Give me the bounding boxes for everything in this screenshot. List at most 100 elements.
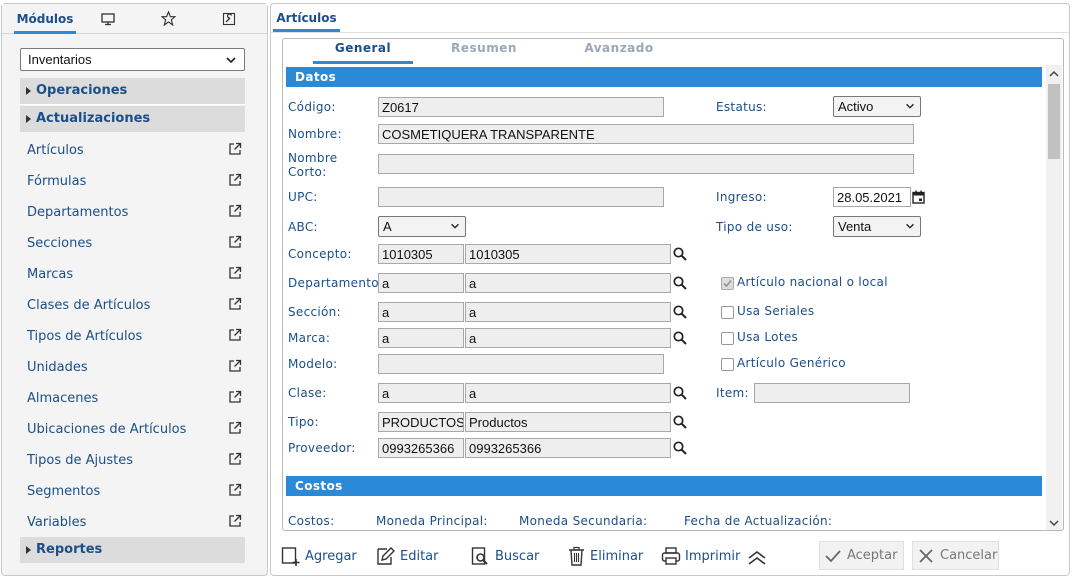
nav-item[interactable]: Ubicaciones de Artículos xyxy=(27,420,242,440)
clase-desc-field[interactable]: a xyxy=(465,383,671,403)
nav-item[interactable]: Artículos xyxy=(27,141,242,161)
nav-item-label: Marcas xyxy=(27,267,74,282)
open-external-icon[interactable] xyxy=(228,142,242,156)
proveedor-code-field[interactable]: 0993265366 xyxy=(378,438,464,458)
search-icon[interactable] xyxy=(672,330,688,346)
seccion-code-field[interactable]: a xyxy=(378,302,464,322)
item-field[interactable] xyxy=(754,383,910,403)
abc-select[interactable]: A xyxy=(378,216,466,237)
open-external-icon[interactable] xyxy=(228,297,242,311)
nav-item[interactable]: Tipos de Artículos xyxy=(27,327,242,347)
estatus-select[interactable]: Activo xyxy=(833,96,921,117)
estatus-value: Activo xyxy=(838,99,874,114)
open-external-icon[interactable] xyxy=(228,390,242,404)
nav-item[interactable]: Marcas xyxy=(27,265,242,285)
marca-desc-field[interactable]: a xyxy=(465,328,671,348)
concepto-desc-field[interactable]: 1010305 xyxy=(465,244,671,264)
search-icon[interactable] xyxy=(672,246,688,262)
agregar-button[interactable]: Agregar xyxy=(281,544,357,568)
subtab-general[interactable]: General xyxy=(313,41,413,64)
moneda-secundaria-header: Moneda Secundaria: xyxy=(519,514,648,528)
eliminar-button[interactable]: Eliminar xyxy=(567,544,643,568)
nav-item[interactable]: Variables xyxy=(27,513,242,533)
open-external-icon[interactable] xyxy=(228,452,242,466)
open-external-icon[interactable] xyxy=(228,204,242,218)
module-select[interactable]: Inventarios xyxy=(20,48,245,71)
nav-item[interactable]: Segmentos xyxy=(27,482,242,502)
collapse-toolbar-icon[interactable] xyxy=(747,549,767,567)
concepto-code-field[interactable]: 1010305 xyxy=(378,244,464,264)
scrollbar-thumb[interactable] xyxy=(1048,84,1060,159)
open-external-icon[interactable] xyxy=(228,514,242,528)
seriales-checkbox[interactable] xyxy=(721,306,734,319)
search-icon[interactable] xyxy=(672,304,688,320)
articulo-form: General Resumen Avanzado Datos Código: Z… xyxy=(282,38,1064,531)
nav-item[interactable]: Clases de Artículos xyxy=(27,296,242,316)
nav-item[interactable]: Tipos de Ajustes xyxy=(27,451,242,471)
nombre-corto-field[interactable] xyxy=(378,154,914,174)
upc-field[interactable] xyxy=(378,187,664,207)
nav-item[interactable]: Almacenes xyxy=(27,389,242,409)
nav-item[interactable]: Departamentos xyxy=(27,203,242,223)
calendar-icon[interactable] xyxy=(912,190,925,204)
open-external-icon[interactable] xyxy=(228,235,242,249)
buscar-button[interactable]: Buscar xyxy=(471,544,539,568)
tab-tools[interactable] xyxy=(218,4,240,33)
chevron-down-icon xyxy=(226,57,236,64)
modelo-field[interactable] xyxy=(378,354,664,374)
section-label: Actualizaciones xyxy=(36,111,151,126)
nav-item[interactable]: Fórmulas xyxy=(27,172,242,192)
search-icon[interactable] xyxy=(672,440,688,456)
clase-code-field[interactable]: a xyxy=(378,383,464,403)
search-icon[interactable] xyxy=(672,385,688,401)
generico-checkbox[interactable] xyxy=(721,358,734,371)
label-departamento: Departamento: xyxy=(288,276,384,290)
ingreso-date-field[interactable]: 28.05.2021 xyxy=(833,187,911,207)
codigo-field[interactable]: Z0617 xyxy=(378,97,664,117)
seccion-desc-field[interactable]: a xyxy=(465,302,671,322)
label-item: Item: xyxy=(716,386,749,400)
tipo-uso-value: Venta xyxy=(838,219,872,234)
tipo-desc-field[interactable]: Productos xyxy=(465,412,671,432)
open-external-icon[interactable] xyxy=(228,421,242,435)
editar-button[interactable]: Editar xyxy=(376,544,439,568)
costos-label: Costos: xyxy=(288,514,335,528)
nav-item-label: Artículos xyxy=(27,143,84,158)
abc-value: A xyxy=(383,219,392,234)
cancelar-button[interactable]: Cancelar xyxy=(912,541,999,570)
open-external-icon[interactable] xyxy=(228,266,242,280)
nav-item-label: Ubicaciones de Artículos xyxy=(27,422,187,437)
nav-item[interactable]: Secciones xyxy=(27,234,242,254)
section-reportes[interactable]: Reportes xyxy=(20,537,245,563)
tab-favorites[interactable] xyxy=(157,4,179,33)
tipo-code-field[interactable]: PRODUCTOS xyxy=(378,412,464,432)
subtab-avanzado[interactable]: Avanzado xyxy=(569,41,669,61)
departamento-desc-field[interactable]: a xyxy=(465,273,671,293)
section-actualizaciones[interactable]: Actualizaciones xyxy=(20,106,245,132)
tipo-uso-select[interactable]: Venta xyxy=(833,216,921,237)
departamento-code-field[interactable]: a xyxy=(378,273,464,293)
aceptar-button[interactable]: Aceptar xyxy=(819,541,904,570)
subtab-resumen[interactable]: Resumen xyxy=(434,41,534,61)
nav-item[interactable]: Unidades xyxy=(27,358,242,378)
chevron-down-icon[interactable] xyxy=(1048,517,1060,529)
nombre-field[interactable]: COSMETIQUERA TRANSPARENTE xyxy=(378,124,914,144)
lotes-checkbox[interactable] xyxy=(721,332,734,345)
chevron-up-icon[interactable] xyxy=(1048,68,1060,80)
search-icon[interactable] xyxy=(672,414,688,430)
open-external-icon[interactable] xyxy=(228,328,242,342)
tab-desktop[interactable] xyxy=(97,4,119,33)
tab-articulos[interactable]: Artículos xyxy=(273,4,340,32)
marca-code-field[interactable]: a xyxy=(378,328,464,348)
search-icon[interactable] xyxy=(672,275,688,291)
open-external-icon[interactable] xyxy=(228,359,242,373)
proveedor-desc-field[interactable]: 0993265366 xyxy=(465,438,671,458)
open-external-icon[interactable] xyxy=(228,483,242,497)
open-external-icon[interactable] xyxy=(228,173,242,187)
search-document-icon xyxy=(471,547,488,565)
nacional-checkbox[interactable] xyxy=(721,277,734,290)
articulos-panel: Artículos General Resumen Avanzado Datos… xyxy=(270,3,1070,576)
section-operaciones[interactable]: Operaciones xyxy=(20,78,245,104)
tab-modules[interactable]: Módulos xyxy=(14,4,76,34)
imprimir-button[interactable]: Imprimir xyxy=(661,544,740,568)
